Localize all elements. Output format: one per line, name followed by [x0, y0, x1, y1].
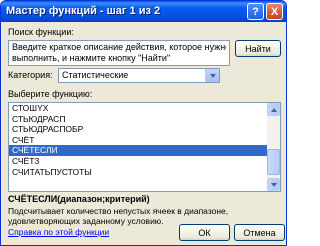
scroll-up-icon[interactable] [267, 103, 280, 116]
function-wizard-dialog: Мастер функций - шаг 1 из 2 ? X Поиск фу… [0, 0, 287, 246]
function-list-item[interactable]: СЧЁТЕСЛИ [9, 145, 267, 156]
find-button[interactable]: Найти [235, 40, 281, 57]
function-list[interactable]: СТОШYX СТЬЮДРАСП СТЬЮДРАСПОБР СЧЁТ СЧЁТЕСЛИ С… [8, 102, 281, 192]
ok-button[interactable]: ОК [179, 224, 230, 241]
search-placeholder-line1: Введите краткое описание действия, котор… [12, 42, 226, 52]
function-description: Подсчитывает количество непустых ячеек в… [8, 206, 228, 226]
function-list-items: СТОШYX СТЬЮДРАСП СТЬЮДРАСПОБР СЧЁТ СЧЁТЕСЛИ С… [9, 103, 267, 191]
close-icon[interactable]: X [266, 3, 283, 20]
category-value: Статистические [62, 70, 129, 80]
chevron-down-icon[interactable] [205, 69, 219, 82]
function-list-item[interactable]: СТЬЮДРАСПОБР [9, 124, 267, 135]
function-list-item[interactable]: СЧИТАТЬПУСТОТЫ [9, 167, 267, 178]
function-list-item[interactable]: СЧЁТЗ [9, 156, 267, 167]
help-link[interactable]: Справка по этой функции [8, 227, 109, 237]
cancel-button[interactable]: Отмена [234, 224, 285, 241]
function-list-item[interactable]: СЧЁТ [9, 135, 267, 146]
function-signature: СЧЁТЕСЛИ(диапазон;критерий) [8, 194, 150, 204]
category-label: Категория: [8, 70, 53, 80]
search-label: Поиск функции: [8, 27, 74, 37]
functions-label: Выберите функцию: [8, 89, 93, 99]
search-placeholder-line2: выполнить, и нажмите кнопку "Найти" [12, 53, 171, 63]
title-bar[interactable]: Мастер функций - шаг 1 из 2 ? X [1, 1, 286, 22]
function-list-item[interactable]: СТЬЮДРАСП [9, 114, 267, 125]
help-icon[interactable]: ? [247, 3, 264, 20]
category-select[interactable]: Статистические [58, 68, 220, 83]
search-input[interactable]: Введите краткое описание действия, котор… [8, 40, 230, 66]
function-description-line1: Подсчитывает количество непустых ячеек в… [8, 206, 229, 216]
list-scrollbar[interactable] [267, 103, 280, 191]
scroll-down-icon[interactable] [267, 178, 280, 191]
function-list-item[interactable]: СТОШYX [9, 103, 267, 114]
window-title: Мастер функций - шаг 1 из 2 [6, 5, 161, 17]
scroll-thumb[interactable] [267, 149, 280, 175]
